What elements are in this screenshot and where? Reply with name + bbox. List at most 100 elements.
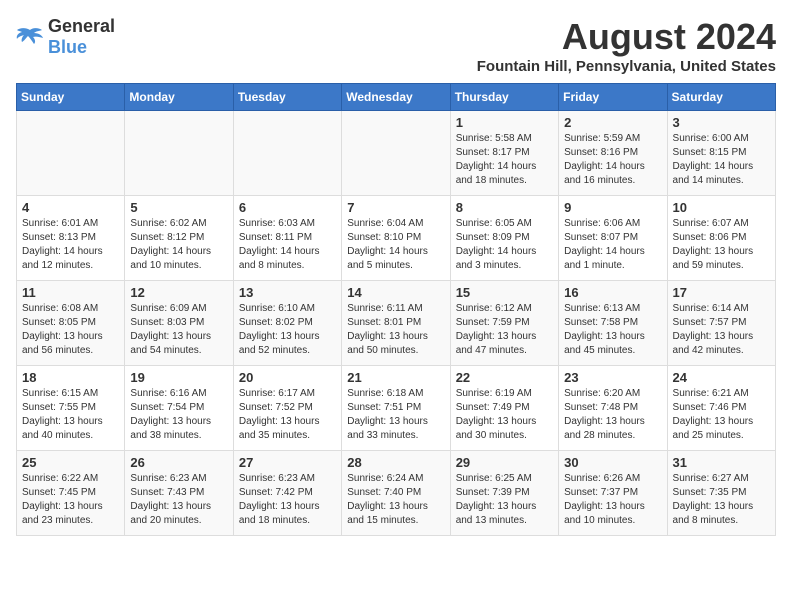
calendar-cell: 28 Sunrise: 6:24 AM Sunset: 7:40 PM Dayli… (342, 451, 450, 536)
day-info: Sunrise: 6:26 AM Sunset: 7:37 PM Dayligh… (564, 472, 661, 528)
day-info: Sunrise: 6:23 AM Sunset: 7:42 PM Dayligh… (239, 472, 336, 528)
day-number: 14 (347, 285, 444, 300)
day-info: Sunrise: 6:03 AM Sunset: 8:11 PM Dayligh… (239, 217, 336, 273)
calendar-cell: 22 Sunrise: 6:19 AM Sunset: 7:49 PM Dayli… (450, 366, 558, 451)
calendar-cell: 6 Sunrise: 6:03 AM Sunset: 8:11 PM Daylig… (233, 196, 341, 281)
calendar-cell: 5 Sunrise: 6:02 AM Sunset: 8:12 PM Daylig… (125, 196, 233, 281)
calendar-header-thursday: Thursday (450, 84, 558, 111)
calendar-cell: 17 Sunrise: 6:14 AM Sunset: 7:57 PM Dayli… (667, 281, 775, 366)
day-number: 10 (673, 200, 770, 215)
day-info: Sunrise: 6:15 AM Sunset: 7:55 PM Dayligh… (22, 387, 119, 443)
calendar-cell: 16Sunrise: 6:13 AM Sunset: 7:58 PM Dayli… (559, 281, 667, 366)
calendar-cell: 12Sunrise: 6:09 AM Sunset: 8:03 PM Dayli… (125, 281, 233, 366)
calendar-header-friday: Friday (559, 84, 667, 111)
header: General Blue August 2024 Fountain Hill, … (16, 16, 776, 75)
day-info: Sunrise: 6:12 AM Sunset: 7:59 PM Dayligh… (456, 302, 553, 358)
logo-general: General (48, 16, 115, 36)
calendar-header-wednesday: Wednesday (342, 84, 450, 111)
day-number: 9 (564, 200, 661, 215)
day-number: 24 (673, 370, 770, 385)
day-info: Sunrise: 6:05 AM Sunset: 8:09 PM Dayligh… (456, 217, 553, 273)
day-info: Sunrise: 6:25 AM Sunset: 7:39 PM Dayligh… (456, 472, 553, 528)
calendar-header-saturday: Saturday (667, 84, 775, 111)
day-info: Sunrise: 6:07 AM Sunset: 8:06 PM Dayligh… (673, 217, 770, 273)
day-info: Sunrise: 6:23 AM Sunset: 7:43 PM Dayligh… (130, 472, 227, 528)
calendar-header-tuesday: Tuesday (233, 84, 341, 111)
day-number: 16 (564, 285, 661, 300)
day-number: 21 (347, 370, 444, 385)
day-number: 3 (673, 115, 770, 130)
day-number: 7 (347, 200, 444, 215)
day-number: 26 (130, 455, 227, 470)
day-number: 30 (564, 455, 661, 470)
calendar-header-row: SundayMondayTuesdayWednesdayThursdayFrid… (17, 84, 776, 111)
calendar-week-row: 18 Sunrise: 6:15 AM Sunset: 7:55 PM Dayli… (17, 366, 776, 451)
day-info: Sunrise: 6:14 AM Sunset: 7:57 PM Dayligh… (673, 302, 770, 358)
calendar-header-sunday: Sunday (17, 84, 125, 111)
day-info: Sunrise: 6:17 AM Sunset: 7:52 PM Dayligh… (239, 387, 336, 443)
calendar-cell: 21 Sunrise: 6:18 AM Sunset: 7:51 PM Dayli… (342, 366, 450, 451)
calendar-cell: 3Sunrise: 6:00 AM Sunset: 8:15 PM Daylig… (667, 111, 775, 196)
calendar-cell: 13 Sunrise: 6:10 AM Sunset: 8:02 PM Dayli… (233, 281, 341, 366)
calendar-table: SundayMondayTuesdayWednesdayThursdayFrid… (16, 83, 776, 536)
day-info: Sunrise: 6:06 AM Sunset: 8:07 PM Dayligh… (564, 217, 661, 273)
day-number: 20 (239, 370, 336, 385)
day-number: 29 (456, 455, 553, 470)
day-number: 8 (456, 200, 553, 215)
day-number: 13 (239, 285, 336, 300)
logo-icon (16, 26, 44, 48)
day-number: 27 (239, 455, 336, 470)
location: Fountain Hill, Pennsylvania, United Stat… (477, 58, 776, 75)
calendar-cell: 26 Sunrise: 6:23 AM Sunset: 7:43 PM Dayli… (125, 451, 233, 536)
day-number: 25 (22, 455, 119, 470)
calendar-cell: 15Sunrise: 6:12 AM Sunset: 7:59 PM Dayli… (450, 281, 558, 366)
calendar-cell: 18 Sunrise: 6:15 AM Sunset: 7:55 PM Dayli… (17, 366, 125, 451)
calendar-week-row: 25 Sunrise: 6:22 AM Sunset: 7:45 PM Dayli… (17, 451, 776, 536)
day-number: 18 (22, 370, 119, 385)
day-info: Sunrise: 6:02 AM Sunset: 8:12 PM Dayligh… (130, 217, 227, 273)
day-number: 11 (22, 285, 119, 300)
day-number: 19 (130, 370, 227, 385)
calendar-cell: 20 Sunrise: 6:17 AM Sunset: 7:52 PM Dayli… (233, 366, 341, 451)
calendar-cell: 27 Sunrise: 6:23 AM Sunset: 7:42 PM Dayli… (233, 451, 341, 536)
calendar-cell: 2Sunrise: 5:59 AM Sunset: 8:16 PM Daylig… (559, 111, 667, 196)
day-info: Sunrise: 6:21 AM Sunset: 7:46 PM Dayligh… (673, 387, 770, 443)
calendar-cell: 1Sunrise: 5:58 AM Sunset: 8:17 PM Daylig… (450, 111, 558, 196)
calendar-cell: 9 Sunrise: 6:06 AM Sunset: 8:07 PM Daylig… (559, 196, 667, 281)
calendar-cell: 24 Sunrise: 6:21 AM Sunset: 7:46 PM Dayli… (667, 366, 775, 451)
day-info: Sunrise: 6:18 AM Sunset: 7:51 PM Dayligh… (347, 387, 444, 443)
day-number: 31 (673, 455, 770, 470)
day-number: 23 (564, 370, 661, 385)
calendar-cell: 29 Sunrise: 6:25 AM Sunset: 7:39 PM Dayli… (450, 451, 558, 536)
calendar-cell: 31 Sunrise: 6:27 AM Sunset: 7:35 PM Dayli… (667, 451, 775, 536)
calendar-header-monday: Monday (125, 84, 233, 111)
day-info: Sunrise: 6:24 AM Sunset: 7:40 PM Dayligh… (347, 472, 444, 528)
day-number: 28 (347, 455, 444, 470)
day-info: Sunrise: 6:10 AM Sunset: 8:02 PM Dayligh… (239, 302, 336, 358)
day-number: 17 (673, 285, 770, 300)
day-number: 5 (130, 200, 227, 215)
day-info: Sunrise: 6:27 AM Sunset: 7:35 PM Dayligh… (673, 472, 770, 528)
day-info: Sunrise: 6:11 AM Sunset: 8:01 PM Dayligh… (347, 302, 444, 358)
day-number: 4 (22, 200, 119, 215)
calendar-cell (342, 111, 450, 196)
day-number: 22 (456, 370, 553, 385)
logo: General Blue (16, 16, 115, 58)
day-number: 6 (239, 200, 336, 215)
month-year: August 2024 (477, 16, 776, 58)
calendar-cell: 23 Sunrise: 6:20 AM Sunset: 7:48 PM Dayli… (559, 366, 667, 451)
day-info: Sunrise: 5:59 AM Sunset: 8:16 PM Dayligh… (564, 132, 661, 188)
logo-blue: Blue (48, 37, 87, 57)
day-info: Sunrise: 5:58 AM Sunset: 8:17 PM Dayligh… (456, 132, 553, 188)
calendar-cell: 4Sunrise: 6:01 AM Sunset: 8:13 PM Daylig… (17, 196, 125, 281)
calendar-week-row: 1Sunrise: 5:58 AM Sunset: 8:17 PM Daylig… (17, 111, 776, 196)
day-info: Sunrise: 6:20 AM Sunset: 7:48 PM Dayligh… (564, 387, 661, 443)
calendar-cell: 7Sunrise: 6:04 AM Sunset: 8:10 PM Daylig… (342, 196, 450, 281)
calendar-cell (233, 111, 341, 196)
calendar-cell: 11Sunrise: 6:08 AM Sunset: 8:05 PM Dayli… (17, 281, 125, 366)
calendar-cell: 30 Sunrise: 6:26 AM Sunset: 7:37 PM Dayli… (559, 451, 667, 536)
day-info: Sunrise: 6:22 AM Sunset: 7:45 PM Dayligh… (22, 472, 119, 528)
calendar-week-row: 4Sunrise: 6:01 AM Sunset: 8:13 PM Daylig… (17, 196, 776, 281)
day-info: Sunrise: 6:19 AM Sunset: 7:49 PM Dayligh… (456, 387, 553, 443)
calendar-cell: 19Sunrise: 6:16 AM Sunset: 7:54 PM Dayli… (125, 366, 233, 451)
